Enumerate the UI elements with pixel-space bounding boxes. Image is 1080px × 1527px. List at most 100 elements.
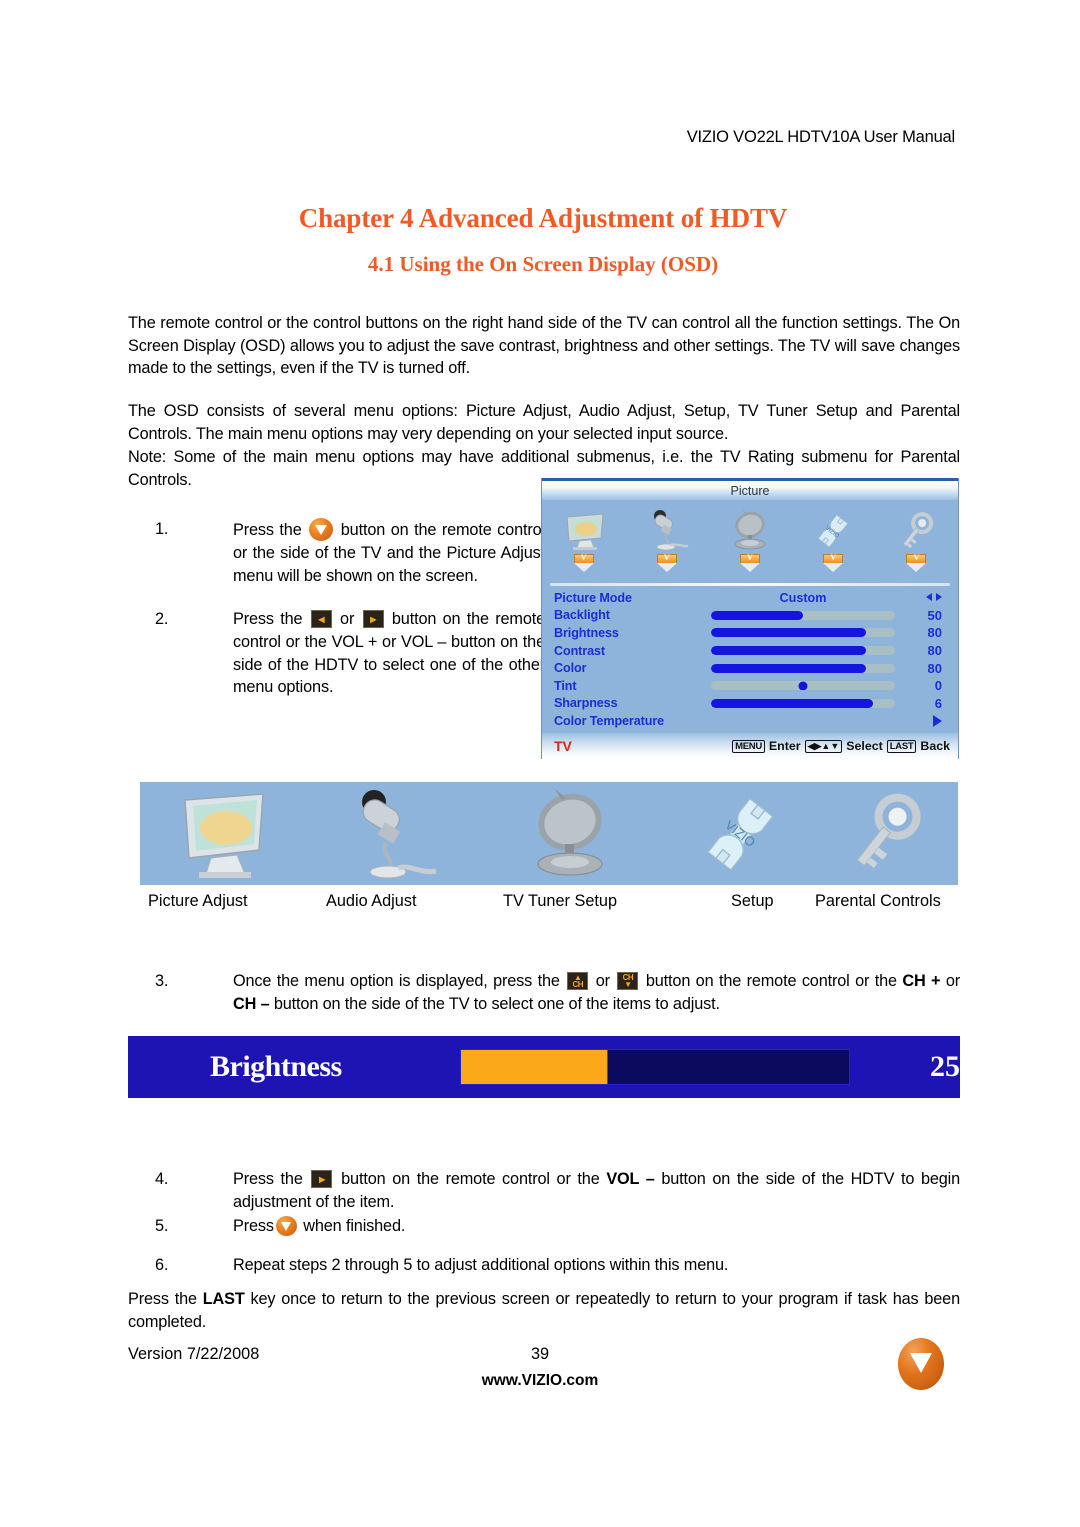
- strip-label-parental-controls: Parental Controls: [815, 892, 941, 910]
- satellite-dish-icon: [726, 505, 774, 551]
- brightness-banner-slider[interactable]: [460, 1049, 850, 1085]
- closing-text-before: Press the: [128, 1290, 197, 1308]
- step-4-text-before: Press the: [233, 1170, 303, 1188]
- intro-paragraph: The remote control or the control button…: [128, 314, 960, 378]
- select-hint-label: Select: [846, 739, 883, 753]
- step-3: 3. Once the menu option is displayed, pr…: [155, 970, 960, 1016]
- document-header: VIZIO VO22L HDTV10A User Manual: [686, 128, 956, 146]
- vizio-v-button-icon: [275, 1216, 297, 1236]
- strip-icon-setup[interactable]: VIZIO: [670, 782, 810, 885]
- strip-icon-audio-adjust[interactable]: [305, 782, 470, 885]
- osd-slider[interactable]: [711, 646, 895, 656]
- osd-menu-item-tv-tuner-setup[interactable]: [708, 505, 791, 572]
- osd-row-indicator: [902, 590, 946, 605]
- step-5-number: 5.: [155, 1217, 169, 1235]
- osd-menu-item-picture-adjust[interactable]: [542, 505, 625, 572]
- osd-row-control: [704, 607, 902, 625]
- osd-row-color-temperature[interactable]: Color Temperature: [554, 712, 946, 730]
- manual-page: VIZIO VO22L HDTV10A User Manual Chapter …: [0, 0, 1080, 1527]
- osd-row-label: Brightness: [554, 625, 619, 640]
- strip-label-tv-tuner-setup: TV Tuner Setup: [503, 892, 618, 910]
- osd-row-control: [704, 677, 902, 695]
- osd-row-backlight[interactable]: Backlight 50: [554, 607, 946, 625]
- osd-menu-item-setup[interactable]: VIZIO: [792, 505, 875, 572]
- brightness-osd-banner: Brightness 25: [128, 1036, 960, 1098]
- osd-row-sharpness[interactable]: Sharpness 6: [554, 695, 946, 713]
- osd-row-label: Contrast: [554, 643, 605, 658]
- step-4-number: 4.: [155, 1170, 169, 1188]
- osd-slider[interactable]: [711, 698, 895, 708]
- osd-settings-list: Picture Mode Custom Backlight 50 Brightn…: [542, 589, 958, 747]
- step-3-text-mid: button on the remote control or the: [645, 972, 897, 990]
- osd-menu-item-audio-adjust[interactable]: [625, 505, 708, 572]
- chapter-title: Chapter 4 Advanced Adjustment of HDTV: [298, 203, 788, 233]
- vol-left-button-icon: ◀: [310, 610, 332, 628]
- key-icon: [893, 505, 939, 551]
- osd-row-label: Color Temperature: [554, 713, 665, 728]
- step-5-text-before: Press: [233, 1217, 274, 1235]
- osd-slider[interactable]: [711, 628, 895, 638]
- section-title: 4.1 Using the On Screen Display (OSD): [367, 252, 719, 276]
- step-1-text-before: Press the: [233, 521, 302, 539]
- step-2-number: 2.: [155, 610, 169, 628]
- step-1-body: Press the button on the remote control o…: [233, 518, 545, 587]
- step-3-text-after: button on the side of the TV to select o…: [273, 994, 720, 1013]
- menu-icon-strip: VIZIO: [140, 782, 958, 885]
- osd-row-picture-mode[interactable]: Picture Mode Custom: [554, 589, 946, 607]
- brightness-banner-value: 25: [930, 1050, 960, 1083]
- strip-icon-parental-controls[interactable]: [810, 782, 958, 885]
- osd-separator: [550, 583, 950, 586]
- navigation-keycap: ◀▶▲▼: [804, 739, 843, 753]
- osd-title: Picture: [730, 484, 770, 498]
- osd-row-label: Backlight: [554, 608, 610, 623]
- osd-row-value: 80: [927, 625, 942, 641]
- osd-row-brightness[interactable]: Brightness 80: [554, 624, 946, 642]
- osd-row-value: 6: [934, 695, 942, 711]
- strip-icon-picture-adjust[interactable]: [140, 782, 305, 885]
- step-2-text-before: Press the: [233, 610, 303, 628]
- closing-last-key: LAST: [202, 1290, 245, 1308]
- step-5-body: Press when finished.: [233, 1215, 960, 1238]
- chevron-right-icon: [933, 715, 942, 728]
- osd-slider[interactable]: [711, 681, 895, 691]
- v-badge-icon: [823, 553, 844, 572]
- osd-options-paragraph: The OSD consists of several menu options…: [128, 402, 960, 443]
- strip-label-audio-adjust: Audio Adjust: [326, 892, 417, 910]
- osd-row-tint[interactable]: Tint 0: [554, 677, 946, 695]
- step-6-number: 6.: [155, 1256, 169, 1274]
- step-2-or: or: [340, 610, 355, 628]
- channel-up-button-icon: ▲ CH: [567, 972, 589, 990]
- osd-row-control: [704, 695, 902, 713]
- menu-keycap: MENU: [732, 739, 765, 753]
- wrench-icon: VIZIO: [809, 505, 857, 551]
- microphone-icon: [644, 505, 690, 551]
- osd-row-control: [704, 624, 902, 642]
- osd-slider[interactable]: [711, 663, 895, 673]
- footer-page-number: 39: [530, 1345, 550, 1363]
- osd-row-contrast[interactable]: Contrast 80: [554, 642, 946, 660]
- back-hint-label: Back: [920, 739, 950, 753]
- step-6-body: Repeat steps 2 through 5 to adjust addit…: [233, 1256, 729, 1274]
- v-badge-icon: [906, 553, 927, 572]
- step-3-or: or: [595, 972, 610, 990]
- osd-row-label: Color: [554, 661, 587, 676]
- osd-row-value: 0: [934, 678, 942, 694]
- strip-icon-tv-tuner-setup[interactable]: [470, 782, 670, 885]
- osd-key-hints: MENU Enter ◀▶▲▼ Select LAST Back: [732, 739, 950, 753]
- osd-menu-icon-row: VIZIO: [542, 500, 958, 583]
- osd-menu-item-parental-controls[interactable]: [875, 505, 958, 572]
- step-5-text-after: when finished.: [303, 1217, 406, 1235]
- osd-row-color[interactable]: Color 80: [554, 659, 946, 677]
- osd-row-control: Custom: [704, 589, 902, 607]
- left-right-arrow-icon: [926, 593, 942, 602]
- osd-row-label: Picture Mode: [554, 590, 632, 605]
- footer-version: Version 7/22/2008: [128, 1345, 260, 1363]
- osd-row-value: Custom: [779, 590, 827, 605]
- step-3-number: 3.: [155, 972, 169, 990]
- osd-slider[interactable]: [711, 610, 895, 620]
- osd-row-label: Sharpness: [554, 696, 618, 711]
- osd-source-label: TV: [554, 738, 572, 754]
- osd-row-control: [704, 642, 902, 660]
- last-keycap: LAST: [886, 739, 917, 753]
- v-badge-icon: [740, 553, 760, 572]
